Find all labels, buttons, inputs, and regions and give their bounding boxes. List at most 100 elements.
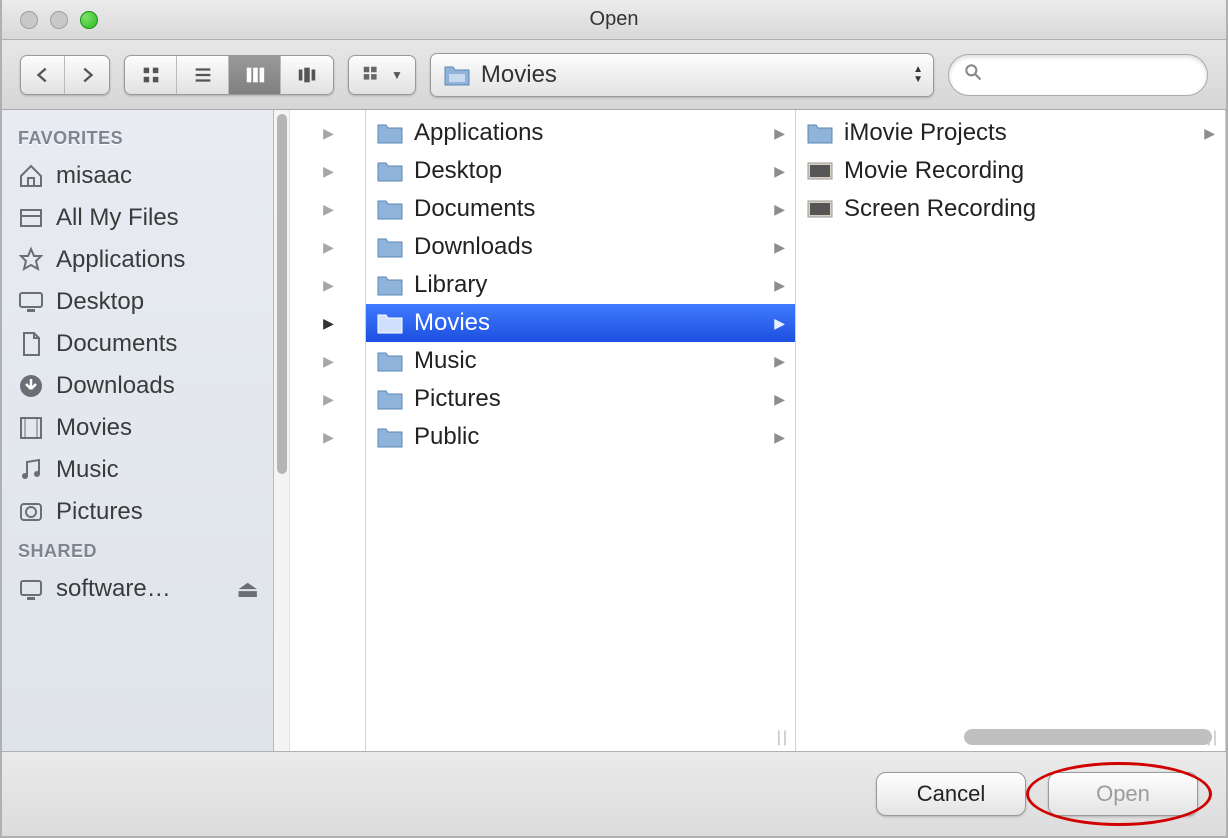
search-field[interactable] bbox=[948, 54, 1208, 96]
movies-folder-icon bbox=[443, 62, 471, 88]
item-label: Applications bbox=[414, 119, 543, 147]
search-icon bbox=[963, 62, 983, 87]
docs-icon bbox=[16, 329, 46, 359]
movies-icon bbox=[16, 413, 46, 443]
chevron-right-icon: ▶ bbox=[323, 125, 334, 142]
sidebar-item-movies[interactable]: Movies bbox=[2, 407, 273, 449]
forward-button[interactable] bbox=[65, 56, 109, 94]
parent-column-row[interactable]: ▶ bbox=[292, 418, 365, 456]
chevron-right-icon: ▶ bbox=[323, 163, 334, 180]
sidebar-item-label: Documents bbox=[56, 330, 177, 358]
folder-icon bbox=[806, 120, 834, 146]
cancel-button[interactable]: Cancel bbox=[876, 772, 1026, 816]
parent-column-row[interactable]: ▶ bbox=[292, 266, 365, 304]
list-item[interactable]: Downloads ▶ bbox=[366, 228, 795, 266]
list-view-button[interactable] bbox=[177, 56, 229, 94]
item-label: Library bbox=[414, 271, 487, 299]
sidebar: FAVORITES misaac All My Files Applicatio… bbox=[2, 110, 274, 751]
sidebar-item-label: software… bbox=[56, 575, 171, 603]
column-1: Applications ▶ Desktop ▶ Documents ▶ Dow… bbox=[366, 110, 796, 751]
sidebar-item-pictures[interactable]: Pictures bbox=[2, 491, 273, 533]
list-item[interactable]: Desktop ▶ bbox=[366, 152, 795, 190]
folder-icon bbox=[376, 310, 404, 336]
sidebar-item-music[interactable]: Music bbox=[2, 449, 273, 491]
chevron-right-icon: ▶ bbox=[323, 353, 334, 370]
chevron-right-icon: ▶ bbox=[774, 125, 785, 142]
movie-file-icon bbox=[806, 158, 834, 184]
location-popup[interactable]: Movies ▲▼ bbox=[430, 53, 934, 97]
sidebar-item-label: Downloads bbox=[56, 372, 175, 400]
sidebar-item-downloads[interactable]: Downloads bbox=[2, 365, 273, 407]
list-item[interactable]: Library ▶ bbox=[366, 266, 795, 304]
list-item[interactable]: Public ▶ bbox=[366, 418, 795, 456]
back-button[interactable] bbox=[21, 56, 65, 94]
toolbar: ▼ Movies ▲▼ bbox=[2, 40, 1226, 110]
eject-icon[interactable]: ⏏ bbox=[236, 575, 259, 604]
folder-icon bbox=[376, 348, 404, 374]
window-title: Open bbox=[2, 8, 1226, 31]
folder-icon bbox=[376, 424, 404, 450]
chevron-right-icon: ▶ bbox=[774, 353, 785, 370]
list-item[interactable]: Movies ▶ bbox=[366, 304, 795, 342]
horizontal-scrollbar[interactable] bbox=[574, 729, 1212, 745]
home-icon bbox=[16, 161, 46, 191]
parent-column-row[interactable]: ▶ bbox=[292, 152, 365, 190]
item-label: Pictures bbox=[414, 385, 501, 413]
list-item[interactable]: Screen Recording bbox=[796, 190, 1225, 228]
coverflow-view-button[interactable] bbox=[281, 56, 333, 94]
chevron-right-icon: ▶ bbox=[774, 163, 785, 180]
downloads-icon bbox=[16, 371, 46, 401]
location-label: Movies bbox=[481, 61, 921, 89]
icon-view-button[interactable] bbox=[125, 56, 177, 94]
sidebar-item-label: Movies bbox=[56, 414, 132, 442]
sidebar-item-desktop[interactable]: Desktop bbox=[2, 281, 273, 323]
list-item[interactable]: Music ▶ bbox=[366, 342, 795, 380]
folder-icon bbox=[376, 196, 404, 222]
music-icon bbox=[16, 455, 46, 485]
parent-column-row[interactable]: ▶ bbox=[292, 304, 365, 342]
search-input[interactable] bbox=[991, 63, 1228, 86]
parent-column-row[interactable]: ▶ bbox=[292, 228, 365, 266]
scrollbar-track[interactable] bbox=[274, 110, 290, 751]
open-button[interactable]: Open bbox=[1048, 772, 1198, 816]
folder-icon bbox=[376, 272, 404, 298]
titlebar: Open bbox=[2, 0, 1226, 40]
list-item[interactable]: Movie Recording bbox=[796, 152, 1225, 190]
sidebar-item-software-[interactable]: software… ⏏ bbox=[2, 568, 273, 610]
chevron-right-icon: ▶ bbox=[323, 391, 334, 408]
item-label: Movie Recording bbox=[844, 157, 1024, 185]
chevron-right-icon: ▶ bbox=[1204, 125, 1215, 142]
parent-column-row[interactable]: ▶ bbox=[292, 190, 365, 228]
list-item[interactable]: Applications ▶ bbox=[366, 114, 795, 152]
column-view-button[interactable] bbox=[229, 56, 281, 94]
nav-back-forward bbox=[20, 55, 110, 95]
folder-icon bbox=[376, 158, 404, 184]
browser-body: FAVORITES misaac All My Files Applicatio… bbox=[2, 110, 1226, 752]
open-dialog-window: Open ▼ bbox=[0, 0, 1228, 838]
item-label: Screen Recording bbox=[844, 195, 1036, 223]
sidebar-item-all-my-files[interactable]: All My Files bbox=[2, 197, 273, 239]
sidebar-item-documents[interactable]: Documents bbox=[2, 323, 273, 365]
parent-column-row[interactable]: ▶ bbox=[292, 380, 365, 418]
popup-stepper-icon: ▲▼ bbox=[913, 66, 923, 84]
chevron-right-icon: ▶ bbox=[323, 201, 334, 218]
horizontal-scrollbar-thumb[interactable] bbox=[964, 729, 1212, 745]
sidebar-item-label: All My Files bbox=[56, 204, 179, 232]
sidebar-item-applications[interactable]: Applications bbox=[2, 239, 273, 281]
sidebar-item-misaac[interactable]: misaac bbox=[2, 155, 273, 197]
chevron-right-icon: ▶ bbox=[323, 429, 334, 446]
list-item[interactable]: Pictures ▶ bbox=[366, 380, 795, 418]
chevron-right-icon: ▶ bbox=[323, 315, 334, 332]
item-label: iMovie Projects bbox=[844, 119, 1007, 147]
list-item[interactable]: iMovie Projects ▶ bbox=[796, 114, 1225, 152]
parent-column-row[interactable]: ▶ bbox=[292, 114, 365, 152]
chevron-right-icon: ▶ bbox=[774, 315, 785, 332]
parent-column-row[interactable]: ▶ bbox=[292, 342, 365, 380]
scrollbar-thumb[interactable] bbox=[277, 114, 287, 474]
chevron-right-icon: ▶ bbox=[774, 277, 785, 294]
chevron-right-icon: ▶ bbox=[323, 277, 334, 294]
item-label: Documents bbox=[414, 195, 535, 223]
list-item[interactable]: Documents ▶ bbox=[366, 190, 795, 228]
pictures-icon bbox=[16, 497, 46, 527]
arrange-dropdown[interactable]: ▼ bbox=[348, 55, 416, 95]
